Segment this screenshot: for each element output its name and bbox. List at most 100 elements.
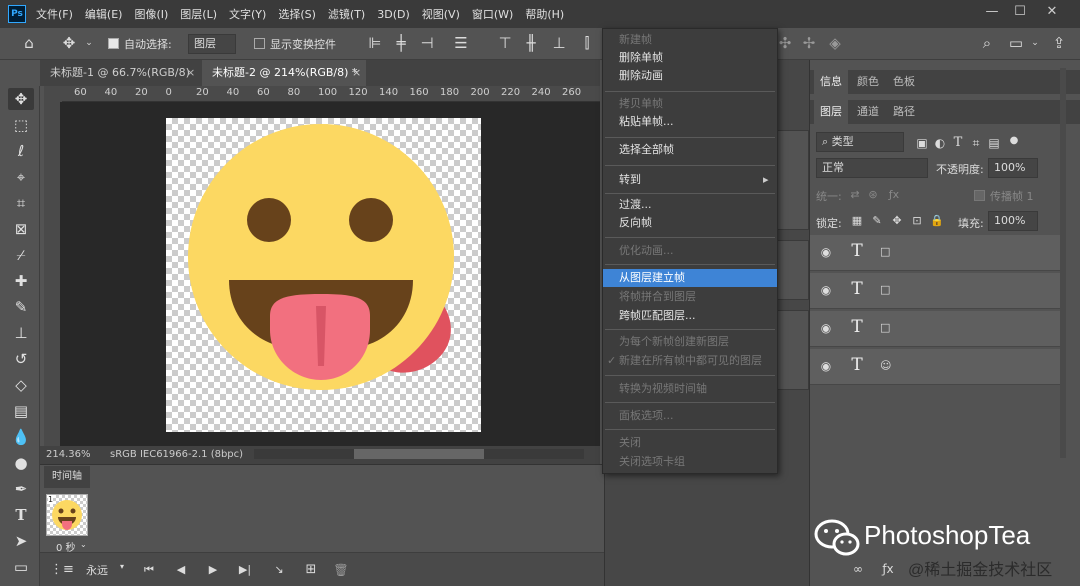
menu-edit[interactable]: 编辑(E) [85,6,123,22]
gradient-tool-icon[interactable]: ▤ [8,400,34,422]
home-icon[interactable]: ⌂ [20,34,38,52]
menu-view[interactable]: 视图(V) [422,6,460,22]
lock-transparent-icon[interactable]: ▦ [850,212,864,230]
brush-tool-icon[interactable]: ✎ [8,296,34,318]
pen-tool-icon[interactable]: ✒ [8,478,34,500]
eye-icon[interactable]: ◉ [818,245,834,259]
menu-file[interactable]: 文件(F) [36,6,73,22]
move-tool-icon[interactable]: ✥ [8,88,34,110]
auto-select-dropdown[interactable]: 图层 [188,34,236,54]
layer-row[interactable]: ◉ T □ [810,235,1060,271]
align-vcenter-icon[interactable]: ╫ [522,34,540,52]
menu-item-panel-options[interactable]: 面板选项... [603,407,777,425]
maximize-button[interactable]: ☐ [1010,4,1030,22]
filter-adjustment-icon[interactable]: ◐ [932,134,948,152]
align-left-icon[interactable]: ⊫ [366,34,384,52]
menu-item-delete-animation[interactable]: 删除动画 [603,67,777,85]
color-profile[interactable]: sRGB IEC61966-2.1 (8bpc) [110,449,243,460]
auto-select-checkbox[interactable] [108,38,119,49]
menu-item-close[interactable]: 关闭 [603,434,777,452]
menu-item-match-layer-across-frames[interactable]: 跨帧匹配图层... [603,307,777,325]
menu-item-convert-to-video-timeline[interactable]: 转换为视频时间轴 [603,380,777,398]
healing-brush-tool-icon[interactable]: ✚ [8,270,34,292]
menu-item-go-to[interactable]: 转到 ▸ [603,171,777,189]
history-brush-tool-icon[interactable]: ↺ [8,348,34,370]
frame-delay-chevron-icon[interactable]: ⌄ [80,540,87,549]
3d-orbit-icon[interactable]: ✣ [776,34,794,52]
menu-help[interactable]: 帮助(H) [525,6,564,22]
lasso-tool-icon[interactable]: ℓ [8,140,34,162]
distribute-icon[interactable]: ☰ [452,34,470,52]
tab-layers[interactable]: 图层 [814,100,848,124]
lock-artboard-icon[interactable]: ⊡ [910,212,924,230]
menu-item-make-frames-from-layers[interactable]: 从图层建立帧 [603,269,777,287]
menu-item-close-tab-group[interactable]: 关闭选项卡组 [603,453,777,471]
menu-select[interactable]: 选择(S) [278,6,316,22]
zoom-level[interactable]: 214.36% [46,449,91,460]
lock-position-icon[interactable]: ✥ [890,212,904,230]
layer-name[interactable]: □ [880,321,890,334]
eraser-tool-icon[interactable]: ◇ [8,374,34,396]
layer-row[interactable]: ◉ T ☺ [810,349,1060,385]
unify-visibility-icon[interactable]: ⊛ [866,186,880,204]
workspace-chevron-icon[interactable]: ⌄ [1030,34,1040,52]
close-window-button[interactable]: ✕ [1042,4,1062,22]
delete-frame-icon[interactable]: 🗑 [332,561,350,579]
shape-tool-icon[interactable]: ▭ [8,556,34,578]
blend-mode-dropdown[interactable]: 正常 [816,158,928,178]
minimize-button[interactable]: — [982,4,1002,22]
tab-swatches[interactable]: 色板 [886,70,922,94]
frame-tool-icon[interactable]: ⊠ [8,218,34,240]
menu-item-select-all-frames[interactable]: 选择全部帧 [603,141,777,159]
animation-frame-1[interactable]: 1 [46,494,88,536]
horizontal-scrollbar[interactable] [254,449,584,459]
filter-pixel-icon[interactable]: ▣ [914,134,930,152]
fill-input[interactable]: 100% [988,211,1038,231]
duplicate-frame-icon[interactable]: ⊞ [302,561,320,579]
layer-name[interactable]: ☺ [880,359,891,372]
propagate-checkbox[interactable] [974,190,985,201]
menu-item-copy-frame[interactable]: 拷贝单帧 [603,95,777,113]
menu-item-new-layers-visible-all-frames[interactable]: ✓ 新建在所有帧中都可见的图层 [603,352,777,370]
scrollbar-thumb[interactable] [354,449,484,459]
lock-all-icon[interactable]: 🔒 [930,212,944,230]
blur-tool-icon[interactable]: 💧 [8,426,34,448]
chevron-down-icon[interactable]: ⌄ [84,34,94,52]
tween-icon[interactable]: ↘ [270,561,288,579]
loop-option[interactable]: 永远 [86,562,108,578]
marquee-tool-icon[interactable]: ⬚ [8,114,34,136]
crop-tool-icon[interactable]: ⌗ [8,192,34,214]
search-icon[interactable]: ⌕ [978,34,996,52]
path-select-tool-icon[interactable]: ➤ [8,530,34,552]
layer-name[interactable]: □ [880,283,890,296]
align-bottom-icon[interactable]: ⊥ [550,34,568,52]
3d-pan-icon[interactable]: ✢ [800,34,818,52]
align-hcenter-icon[interactable]: ╪ [392,34,410,52]
align-right-icon[interactable]: ⊣ [418,34,436,52]
menu-item-reverse-frames[interactable]: 反向帧 [603,214,777,232]
filter-smart-object-icon[interactable]: ▤ [986,134,1002,152]
tab-document-2[interactable]: 未标题-2 @ 214%(RGB/8) * × [202,60,366,86]
next-frame-icon[interactable]: ▶| [236,561,254,579]
tab-close-icon[interactable]: × [352,60,361,86]
eye-icon[interactable]: ◉ [818,283,834,297]
tab-channels[interactable]: 通道 [850,100,886,124]
filter-toggle-icon[interactable]: ● [1008,132,1020,150]
menu-item-delete-frame[interactable]: 删除单帧 [603,49,777,67]
menu-item-create-new-layer-per-frame[interactable]: 为每个新帧创建新图层 [603,333,777,351]
layer-row[interactable]: ◉ T □ [810,273,1060,309]
eyedropper-tool-icon[interactable]: ⌿ [8,244,34,266]
menu-3d[interactable]: 3D(D) [377,8,410,21]
3d-camera-icon[interactable]: ◈ [826,34,844,52]
tab-document-1[interactable]: 未标题-1 @ 66.7%(RGB/8) × [40,60,200,86]
eye-icon[interactable]: ◉ [818,321,834,335]
layer-row[interactable]: ◉ T □ [810,311,1060,347]
show-transform-checkbox[interactable] [254,38,265,49]
layer-filter-dropdown[interactable]: ⌕ 类型 [816,132,904,152]
filter-shape-icon[interactable]: ⌗ [968,134,984,152]
menu-image[interactable]: 图像(I) [134,6,168,22]
dodge-tool-icon[interactable]: ● [8,452,34,474]
loop-chevron-icon[interactable]: ▾ [120,562,124,571]
lock-image-icon[interactable]: ✎ [870,212,884,230]
clone-stamp-tool-icon[interactable]: ⊥ [8,322,34,344]
